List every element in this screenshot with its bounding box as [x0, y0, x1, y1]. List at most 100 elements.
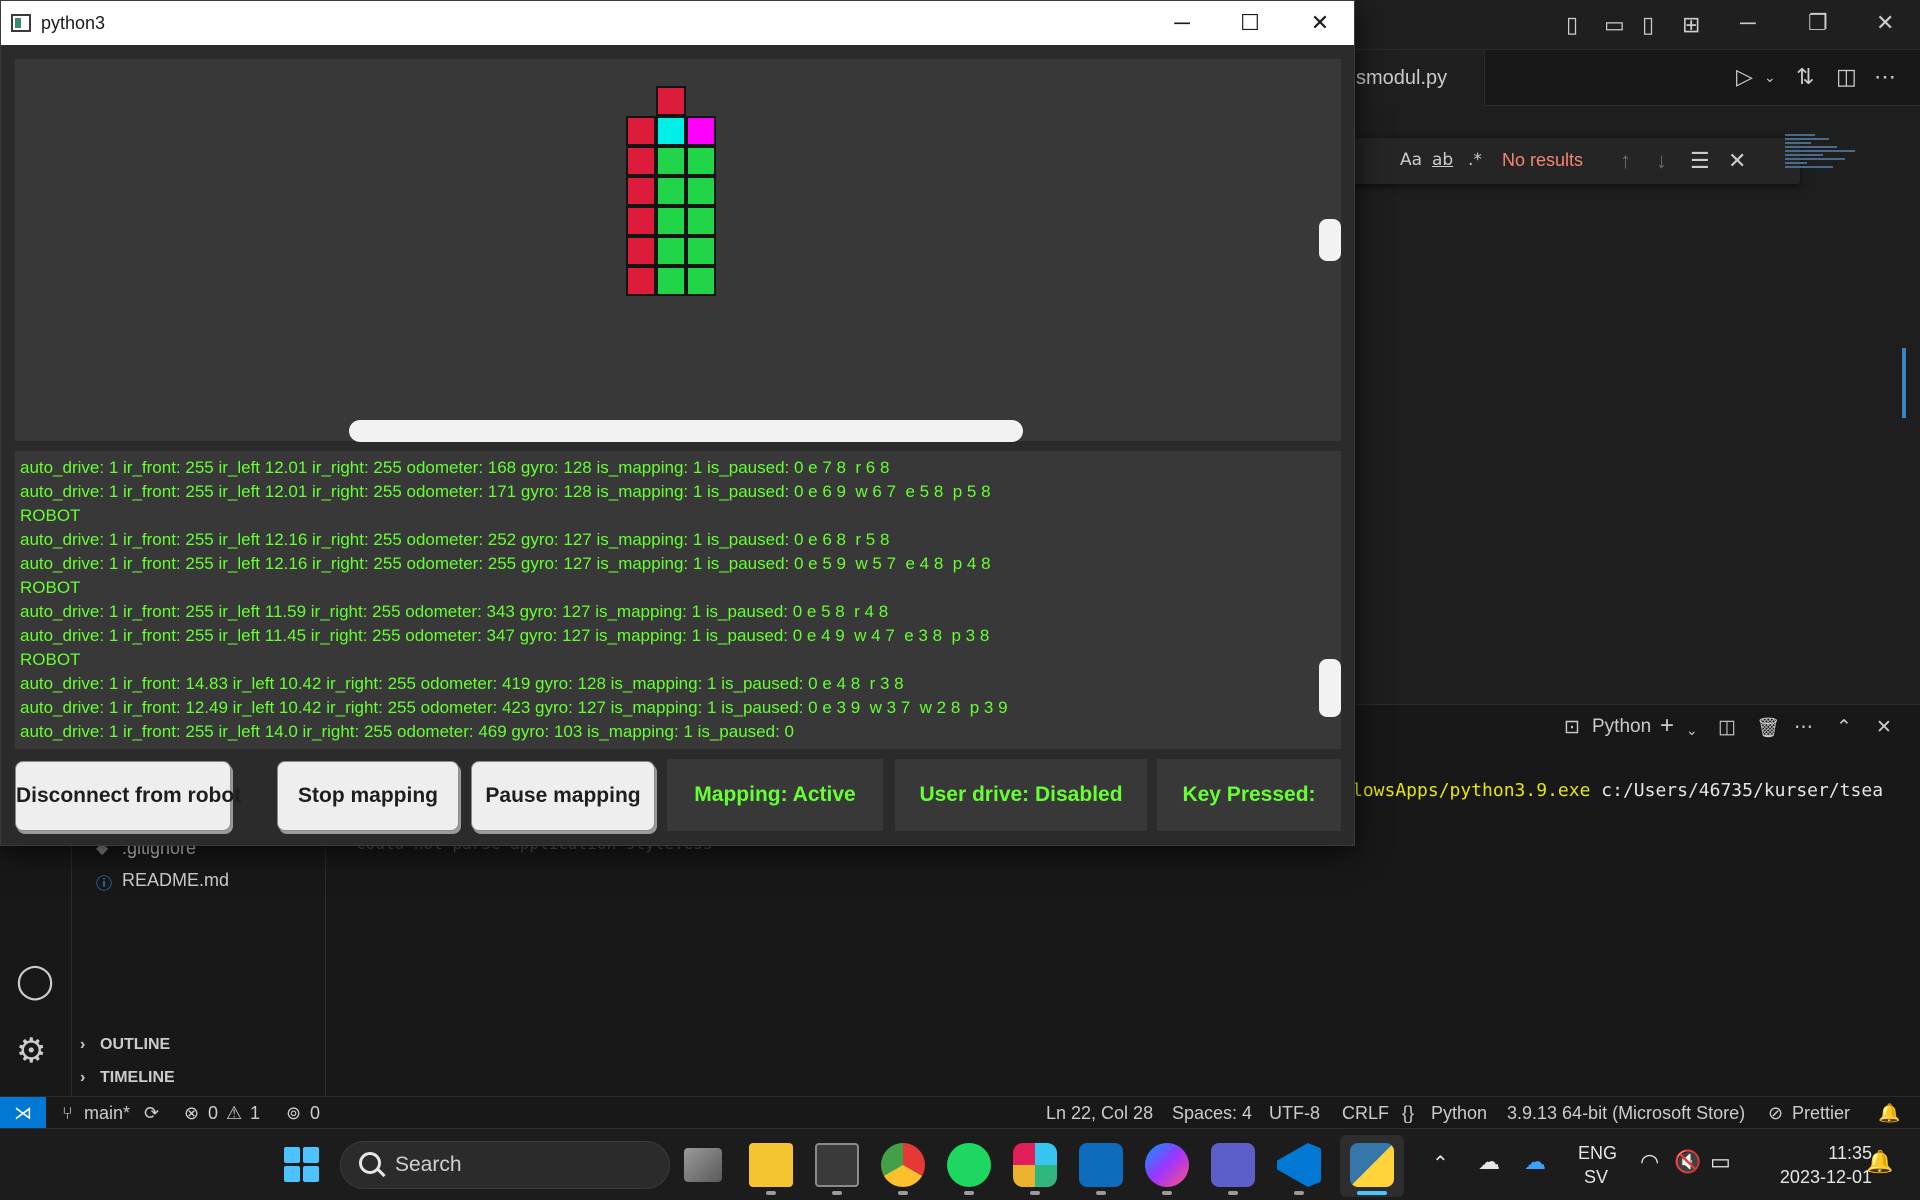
language-line-2[interactable]: SV: [1578, 1167, 1614, 1188]
close-panel-icon[interactable]: ✕: [1876, 716, 1892, 739]
start-button[interactable]: [284, 1147, 320, 1183]
map-cell-empty: [656, 236, 686, 266]
editor-tab[interactable]: smodul.py: [1340, 50, 1485, 106]
language-line-1[interactable]: ENG: [1578, 1143, 1617, 1164]
teams-icon[interactable]: [1211, 1143, 1255, 1187]
restore-icon[interactable]: ❐: [1808, 12, 1828, 34]
disconnect-button[interactable]: Disconnect from robot: [15, 761, 241, 831]
log-scrollbar[interactable]: [1319, 659, 1341, 717]
show-hidden-icons-chevron[interactable]: ⌃: [1432, 1151, 1449, 1176]
find-widget: Aa ab .* No results ↑ ↓ ☰ ✕: [1340, 138, 1800, 184]
running-indicator: [1228, 1191, 1238, 1195]
outlook-icon[interactable]: [1079, 1143, 1123, 1187]
close-find-icon[interactable]: ✕: [1728, 150, 1746, 172]
sync-icon[interactable]: ⟳: [144, 1103, 159, 1124]
battery-icon[interactable]: ▭: [1710, 1149, 1731, 1175]
minimize-icon[interactable]: ─: [1159, 9, 1205, 37]
spotify-icon[interactable]: [947, 1143, 991, 1187]
terminal-icon[interactable]: [815, 1143, 859, 1187]
whole-word-toggle[interactable]: ab: [1432, 150, 1453, 170]
map-vertical-scrollbar[interactable]: [1319, 219, 1341, 261]
minimap[interactable]: [1785, 134, 1865, 194]
python-icon[interactable]: [1350, 1143, 1394, 1187]
task-view-icon[interactable]: [684, 1148, 722, 1182]
error-count[interactable]: 0: [208, 1103, 218, 1124]
running-indicator: [766, 1191, 776, 1195]
cursor-position[interactable]: Ln 22, Col 28: [1046, 1103, 1153, 1124]
running-indicator: [832, 1191, 842, 1195]
map-cell-empty: [686, 266, 716, 296]
log-line: auto_drive: 1 ir_front: 255 ir_left 12.0…: [20, 482, 991, 501]
map-cell-wall: [626, 266, 656, 296]
more-actions-icon[interactable]: ⋯: [1794, 716, 1813, 739]
maximize-panel-icon[interactable]: ⌃: [1836, 716, 1852, 739]
toggle-secondary-sidebar-icon[interactable]: ▯: [1642, 14, 1654, 36]
run-icon[interactable]: ▷: [1736, 66, 1753, 88]
taskbar-search[interactable]: Search: [340, 1141, 670, 1189]
chevron-down-icon[interactable]: ⌄: [1764, 70, 1776, 84]
close-icon[interactable]: ✕: [1876, 12, 1894, 34]
maximize-icon[interactable]: ☐: [1227, 9, 1273, 37]
chevron-down-icon[interactable]: ⌄: [1686, 722, 1698, 739]
log-output[interactable]: auto_drive: 1 ir_front: 255 ir_left 12.0…: [15, 451, 1341, 749]
pause-mapping-button[interactable]: Pause mapping: [471, 761, 655, 831]
settings-gear-icon[interactable]: ⚙: [16, 1034, 46, 1068]
find-in-selection-icon[interactable]: ☰: [1690, 150, 1710, 172]
notification-bell-icon[interactable]: 🔔: [1866, 1149, 1893, 1175]
branch-label[interactable]: main*: [84, 1103, 130, 1124]
warning-count[interactable]: 1: [250, 1103, 260, 1124]
onedrive-icon[interactable]: ☁: [1524, 1149, 1546, 1175]
map-cell-empty: [686, 236, 716, 266]
cloud-icon[interactable]: ☁: [1478, 1149, 1500, 1175]
compare-changes-icon[interactable]: ⇅: [1796, 66, 1814, 88]
map-canvas[interactable]: [15, 59, 1341, 441]
toggle-primary-sidebar-icon[interactable]: ▯: [1566, 14, 1578, 36]
timeline-section[interactable]: › TIMELINE: [80, 1069, 175, 1087]
volume-muted-icon[interactable]: 🔇: [1674, 1149, 1701, 1175]
accounts-icon[interactable]: ◯: [16, 964, 54, 998]
map-cell-empty: [656, 266, 686, 296]
explorer-file-readme[interactable]: README.md: [122, 870, 229, 891]
clock-time[interactable]: 11:35: [1752, 1143, 1872, 1164]
running-indicator: [1030, 1191, 1040, 1195]
more-actions-icon[interactable]: ⋯: [1874, 66, 1896, 88]
slack-icon[interactable]: [1013, 1143, 1057, 1187]
encoding[interactable]: UTF-8: [1269, 1103, 1320, 1124]
editor-scrollbar-marker[interactable]: [1902, 348, 1906, 418]
regex-toggle[interactable]: .*: [1468, 150, 1482, 170]
indentation[interactable]: Spaces: 4: [1172, 1103, 1252, 1124]
arrow-down-icon[interactable]: ↓: [1656, 150, 1667, 172]
close-icon[interactable]: ✕: [1297, 9, 1343, 37]
search-placeholder: Search: [395, 1153, 462, 1176]
split-editor-icon[interactable]: ◫: [1836, 66, 1857, 88]
ports-count[interactable]: 0: [310, 1103, 320, 1124]
map-cell-empty: [686, 206, 716, 236]
arrow-up-icon[interactable]: ↑: [1620, 150, 1631, 172]
line-ending[interactable]: CRLF: [1342, 1103, 1389, 1124]
bell-icon[interactable]: 🔔: [1878, 1103, 1900, 1124]
wifi-icon[interactable]: ◠: [1640, 1149, 1659, 1175]
match-case-toggle[interactable]: Aa: [1400, 150, 1422, 170]
new-terminal-icon[interactable]: +: [1660, 712, 1674, 740]
log-line: auto_drive: 1 ir_front: 255 ir_left 12.1…: [20, 554, 991, 573]
clock-date[interactable]: 2023-12-01: [1752, 1167, 1872, 1188]
vscode-icon[interactable]: [1277, 1143, 1321, 1187]
interpreter[interactable]: 3.9.13 64-bit (Microsoft Store): [1507, 1103, 1745, 1124]
terminal-shell-label[interactable]: Python: [1592, 716, 1651, 738]
map-horizontal-scrollbar[interactable]: [349, 420, 1023, 442]
toggle-panel-icon[interactable]: ▭: [1604, 14, 1625, 36]
trash-icon[interactable]: 🗑: [1756, 716, 1780, 740]
file-explorer-icon[interactable]: [749, 1143, 793, 1187]
language-mode[interactable]: Python: [1431, 1103, 1487, 1124]
windows-taskbar: Search ⌃ ☁ ☁ ENG SV ◠ 🔇 ▭ 11:35 2023-12-…: [0, 1128, 1920, 1200]
outline-section[interactable]: › OUTLINE: [80, 1036, 170, 1054]
log-line: auto_drive: 1 ir_front: 255 ir_left 11.5…: [20, 602, 889, 621]
chrome-icon[interactable]: [881, 1143, 925, 1187]
split-terminal-icon[interactable]: ◫: [1718, 716, 1736, 739]
messenger-icon[interactable]: [1145, 1143, 1189, 1187]
formatter[interactable]: Prettier: [1792, 1103, 1850, 1124]
customize-layout-icon[interactable]: ⊞: [1682, 14, 1700, 36]
stop-mapping-button[interactable]: Stop mapping: [277, 761, 459, 831]
minimize-icon[interactable]: ─: [1740, 12, 1756, 34]
remote-indicator[interactable]: ⋊: [0, 1097, 46, 1129]
